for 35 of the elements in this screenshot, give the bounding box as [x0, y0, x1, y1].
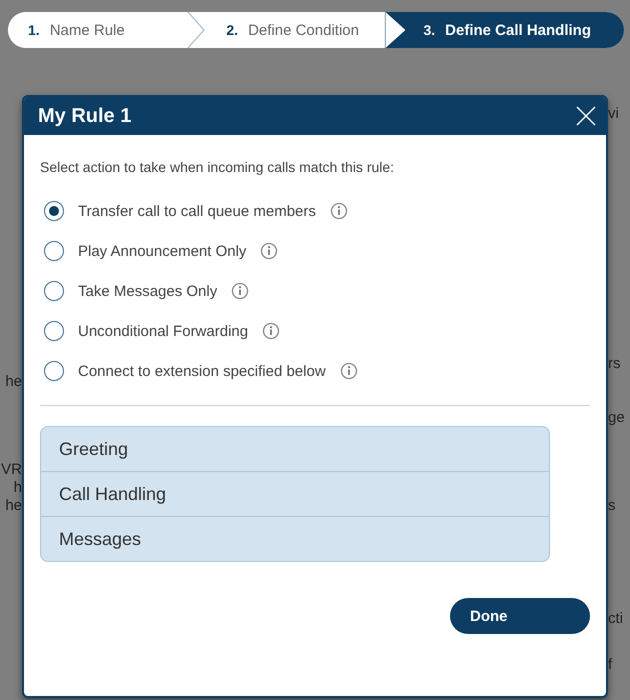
background-text: f: [608, 656, 612, 674]
background-text: he: [5, 497, 22, 515]
chevron-icon: [186, 12, 206, 48]
close-icon[interactable]: [576, 106, 596, 126]
wizard-step[interactable]: 1. Name Rule: [8, 12, 206, 48]
info-icon[interactable]: [330, 202, 348, 220]
info-icon[interactable]: [231, 282, 250, 300]
dialog-title: My Rule 1: [38, 104, 132, 128]
background-text: rs: [608, 355, 620, 373]
background-text: vi: [608, 105, 619, 123]
instruction-text: Select action to take when incoming calls match this rule:: [40, 159, 396, 175]
option-label[interactable]: Transfer call to call queue members: [78, 202, 316, 220]
option-label[interactable]: Unconditional Forwarding: [78, 322, 248, 340]
background-text: cti: [608, 610, 623, 628]
option-label[interactable]: Connect to extension specified below: [78, 362, 326, 380]
option-label[interactable]: Play Announcement Only: [78, 242, 246, 260]
section-item[interactable]: Messages: [41, 516, 549, 561]
background-text: ge: [608, 409, 625, 427]
radio-button[interactable]: [44, 201, 64, 221]
done-button[interactable]: Done: [450, 598, 590, 634]
radio-button[interactable]: [44, 361, 64, 381]
radio-button[interactable]: [44, 241, 64, 261]
background-text: s: [608, 497, 616, 515]
background-text: he: [5, 373, 22, 391]
background-text: h: [14, 479, 22, 497]
background-text: VR: [1, 461, 22, 479]
wizard-step[interactable]: 3. Define Call Handling: [385, 12, 624, 48]
radio-button[interactable]: [44, 321, 64, 341]
info-icon[interactable]: [260, 242, 278, 260]
info-icon[interactable]: [340, 362, 358, 380]
section-item[interactable]: Greeting: [41, 427, 549, 471]
info-icon[interactable]: [262, 322, 280, 340]
option-label[interactable]: Take Messages Only: [78, 282, 218, 300]
radio-button[interactable]: [44, 281, 64, 301]
section-item[interactable]: Call Handling: [41, 471, 549, 516]
